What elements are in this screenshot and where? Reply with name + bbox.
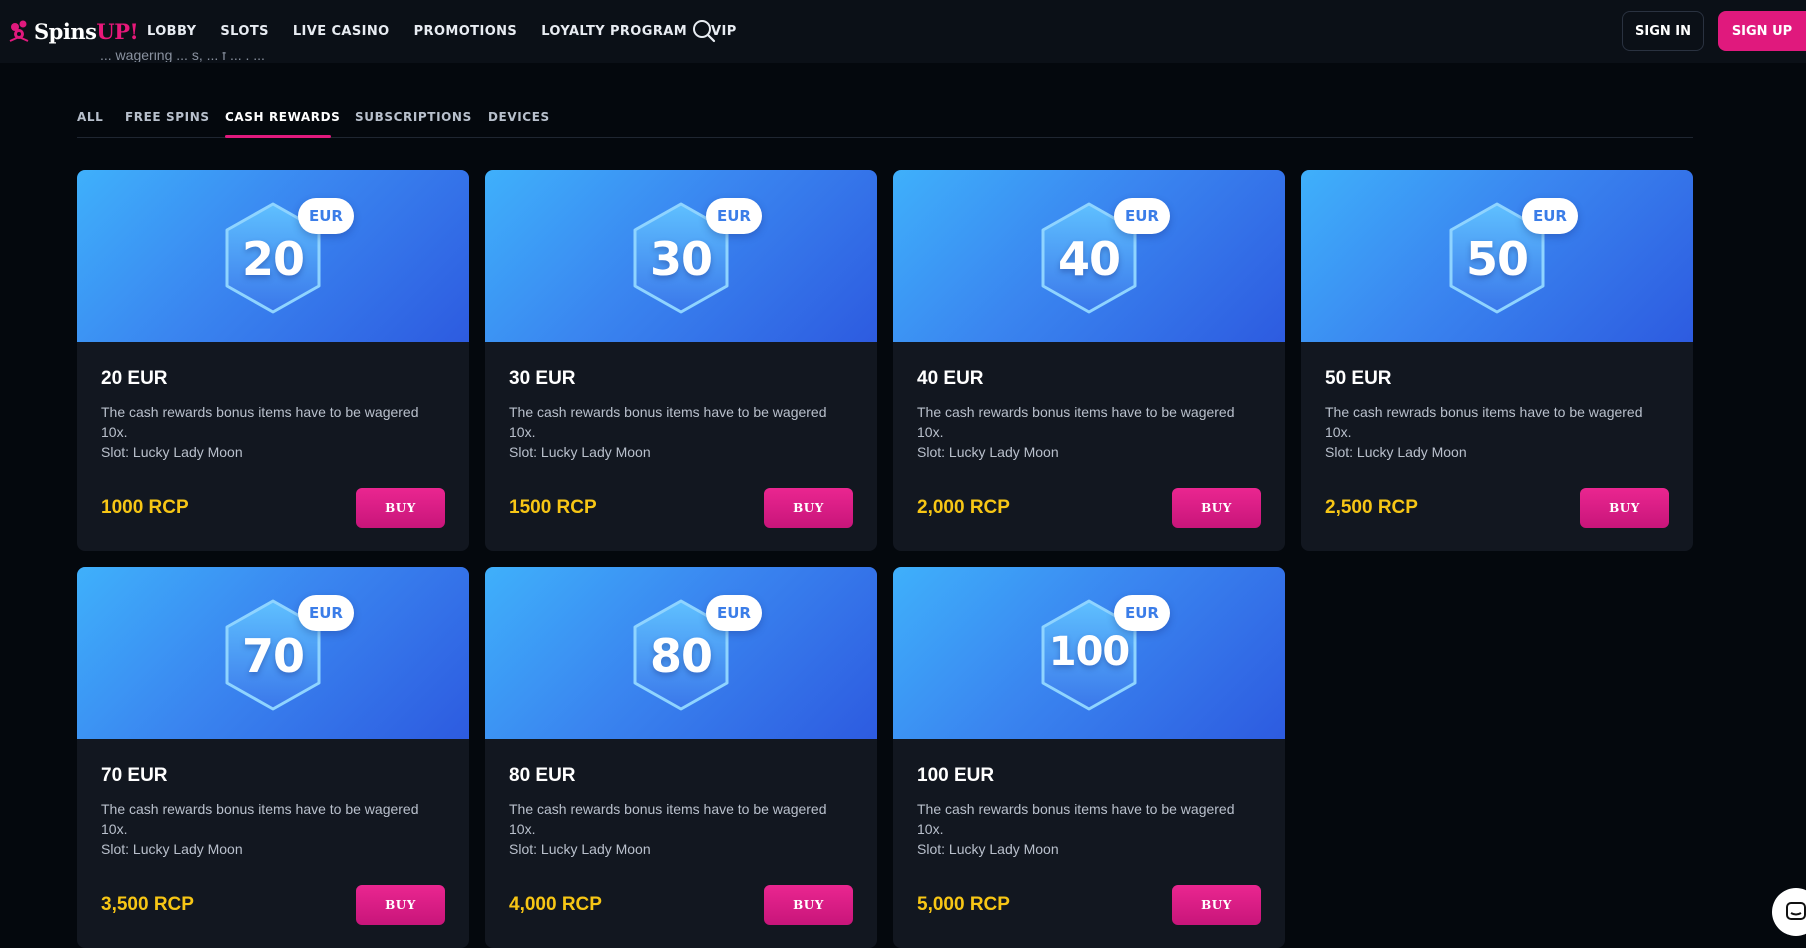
reward-title: 50 EUR: [1325, 368, 1392, 389]
reward-card: 70 EUR 70 EUR The cash rewards bonus ite…: [77, 567, 469, 948]
brand-logo[interactable]: SpinsUP!: [6, 14, 139, 48]
active-tab-indicator: [225, 135, 331, 138]
reward-price: 2,000 RCP: [917, 497, 1010, 518]
reward-title: 20 EUR: [101, 368, 168, 389]
currency-badge: EUR: [298, 198, 354, 234]
currency-badge: EUR: [706, 595, 762, 631]
reward-card: 20 EUR 20 EUR The cash rewards bonus ite…: [77, 170, 469, 551]
reward-banner: 50 EUR: [1301, 170, 1693, 342]
tab-subscriptions[interactable]: SUBSCRIPTIONS: [355, 110, 472, 124]
reward-banner: 80 EUR: [485, 567, 877, 739]
sign-in-button[interactable]: SIGN IN: [1622, 11, 1704, 51]
reward-description: The cash rewards bonus items have to be …: [509, 801, 827, 857]
jester-logo-icon: [9, 20, 29, 42]
reward-card: 80 EUR 80 EUR The cash rewards bonus ite…: [485, 567, 877, 948]
reward-amount: 50: [1465, 232, 1529, 286]
buy-button[interactable]: BUY: [356, 488, 445, 528]
site-header: SpinsUP! LOBBY SLOTS LIVE CASINO PROMOTI…: [0, 0, 1806, 63]
currency-badge: EUR: [1522, 198, 1578, 234]
reward-banner: 20 EUR: [77, 170, 469, 342]
reward-title: 100 EUR: [917, 765, 995, 786]
reward-banner: 40 EUR: [893, 170, 1285, 342]
reward-title: 40 EUR: [917, 368, 984, 389]
currency-badge: EUR: [1114, 595, 1170, 631]
reward-price: 2,500 RCP: [1325, 497, 1418, 518]
reward-price: 3,500 RCP: [101, 894, 194, 915]
buy-button[interactable]: BUY: [764, 488, 853, 528]
reward-amount: 80: [649, 629, 713, 683]
currency-badge: EUR: [298, 595, 354, 631]
buy-button[interactable]: BUY: [356, 885, 445, 925]
buy-button[interactable]: BUY: [1172, 885, 1261, 925]
reward-card: 100 EUR 100 EUR The cash rewards bonus i…: [893, 567, 1285, 948]
category-tabs: ALL FREE SPINS CASH REWARDS SUBSCRIPTION…: [77, 105, 1693, 138]
reward-description: The cash rewards bonus items have to be …: [509, 404, 827, 460]
chat-button[interactable]: [1772, 888, 1806, 936]
nav-lobby[interactable]: LOBBY: [147, 24, 196, 39]
nav-promotions[interactable]: PROMOTIONS: [414, 24, 518, 39]
nav-live-casino[interactable]: LIVE CASINO: [293, 24, 390, 39]
reward-amount: 100: [1048, 629, 1131, 675]
reward-amount: 40: [1057, 232, 1121, 286]
chat-bubble-icon: [1786, 902, 1806, 920]
reward-banner: 70 EUR: [77, 567, 469, 739]
reward-banner: 100 EUR: [893, 567, 1285, 739]
reward-description: The cash rewards bonus items have to be …: [917, 801, 1235, 857]
buy-button[interactable]: BUY: [764, 885, 853, 925]
reward-card: 40 EUR 40 EUR The cash rewards bonus ite…: [893, 170, 1285, 551]
brand-name: SpinsUP!: [34, 18, 139, 44]
reward-price: 5,000 RCP: [917, 894, 1010, 915]
partial-description: ... wagering ... s, ... f ... . ...: [100, 52, 265, 62]
reward-title: 30 EUR: [509, 368, 576, 389]
currency-badge: EUR: [706, 198, 762, 234]
reward-description: The cash rewards bonus items have to be …: [101, 404, 419, 460]
nav-slots[interactable]: SLOTS: [220, 24, 268, 39]
reward-title: 80 EUR: [509, 765, 576, 786]
tab-all[interactable]: ALL: [77, 110, 103, 124]
reward-banner: 30 EUR: [485, 170, 877, 342]
reward-amount: 20: [241, 232, 305, 286]
reward-price: 1000 RCP: [101, 497, 189, 518]
tab-free-spins[interactable]: FREE SPINS: [125, 110, 210, 124]
search-icon[interactable]: [691, 18, 717, 44]
reward-price: 1500 RCP: [509, 497, 597, 518]
sign-up-button[interactable]: SIGN UP: [1718, 11, 1806, 51]
buy-button[interactable]: BUY: [1580, 488, 1669, 528]
reward-card: 50 EUR 50 EUR The cash rewrads bonus ite…: [1301, 170, 1693, 551]
tab-cash-rewards[interactable]: CASH REWARDS: [225, 110, 340, 124]
nav-loyalty-program[interactable]: LOYALTY PROGRAM: [541, 24, 687, 39]
reward-price: 4,000 RCP: [509, 894, 602, 915]
reward-title: 70 EUR: [101, 765, 168, 786]
reward-card: 30 EUR 30 EUR The cash rewards bonus ite…: [485, 170, 877, 551]
buy-button[interactable]: BUY: [1172, 488, 1261, 528]
reward-description: The cash rewards bonus items have to be …: [917, 404, 1235, 460]
reward-description: The cash rewrads bonus items have to be …: [1325, 404, 1643, 460]
reward-amount: 70: [241, 629, 305, 683]
currency-badge: EUR: [1114, 198, 1170, 234]
reward-description: The cash rewards bonus items have to be …: [101, 801, 419, 857]
reward-amount: 30: [649, 232, 713, 286]
tab-devices[interactable]: DEVICES: [488, 110, 550, 124]
